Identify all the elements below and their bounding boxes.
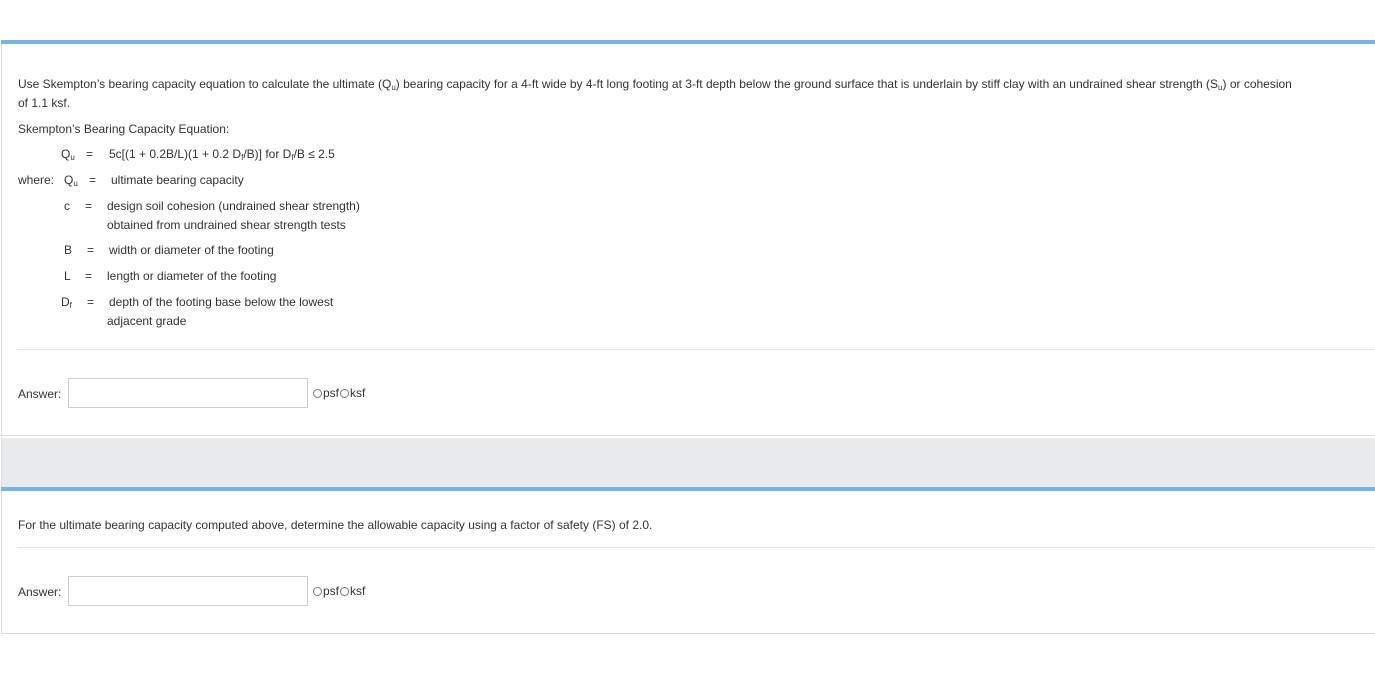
definition-df-description-1: depth of the footing base below the lowe…: [109, 295, 334, 309]
definition-c-description-2: obtained from undrained shear strength t…: [107, 218, 346, 232]
definition-qu-equals: =: [89, 173, 97, 187]
equation-rhs: 5c[(1 + 0.2B/L)(1 + 0.2 Df/B)] for Df/B …: [109, 147, 335, 162]
question-1-divider: [17, 349, 1375, 350]
equation-heading: Skempton’s Bearing Capacity Equation:: [18, 122, 230, 136]
question-1-prompt-line-2: of 1.1 ksf.: [18, 96, 71, 110]
question-2-answer-input[interactable]: [68, 576, 308, 606]
question-1-unit-options: psf ksf: [312, 386, 365, 400]
definition-c-description-1: design soil cohesion (undrained shear st…: [107, 199, 360, 213]
question-1-ksf-radio[interactable]: [340, 388, 350, 398]
question-1-answer-label: Answer:: [18, 387, 62, 401]
definition-qu-description: ultimate bearing capacity: [111, 173, 244, 187]
question-1-ksf-label[interactable]: ksf: [350, 386, 365, 400]
question-2-ksf-label[interactable]: ksf: [350, 584, 365, 598]
question-2-card: [1, 487, 1375, 634]
question-1-psf-label[interactable]: psf: [323, 386, 339, 400]
definition-c-symbol: c: [64, 199, 70, 213]
question-2-prompt: For the ultimate bearing capacity comput…: [18, 518, 653, 532]
definition-b-equals: =: [87, 243, 95, 257]
question-2-ksf-radio[interactable]: [340, 586, 350, 596]
question-1-card: [1, 40, 1375, 436]
where-label: where:: [18, 173, 55, 187]
question-2-psf-label[interactable]: psf: [323, 584, 339, 598]
definition-l-description: length or diameter of the footing: [107, 269, 277, 283]
question-1-psf-radio[interactable]: [313, 388, 322, 398]
definition-df-equals: =: [87, 295, 95, 309]
question-2-answer-label: Answer:: [18, 585, 62, 599]
question-1-prompt-line-1: Use Skempton’s bearing capacity equation…: [18, 77, 1292, 92]
question-1-top-bar: [1, 40, 1375, 44]
question-separator: [1, 438, 1375, 487]
question-2-unit-options: psf ksf: [312, 584, 365, 598]
question-2-psf-radio[interactable]: [313, 586, 322, 596]
equation-equals: =: [86, 147, 94, 161]
equation-lhs: Qu: [61, 147, 75, 162]
question-2-top-bar: [1, 487, 1375, 491]
definition-b-description: width or diameter of the footing: [109, 243, 274, 257]
definition-c-equals: =: [85, 199, 93, 213]
definition-b-symbol: B: [64, 243, 73, 257]
definition-df-description-2: adjacent grade: [107, 314, 187, 328]
definition-l-equals: =: [85, 269, 93, 283]
definition-df-symbol: Df: [61, 295, 72, 310]
question-2-divider: [17, 547, 1375, 548]
question-1-answer-input[interactable]: [68, 378, 308, 408]
definition-l-symbol: L: [64, 269, 71, 283]
definition-qu-symbol: Qu: [64, 173, 78, 188]
